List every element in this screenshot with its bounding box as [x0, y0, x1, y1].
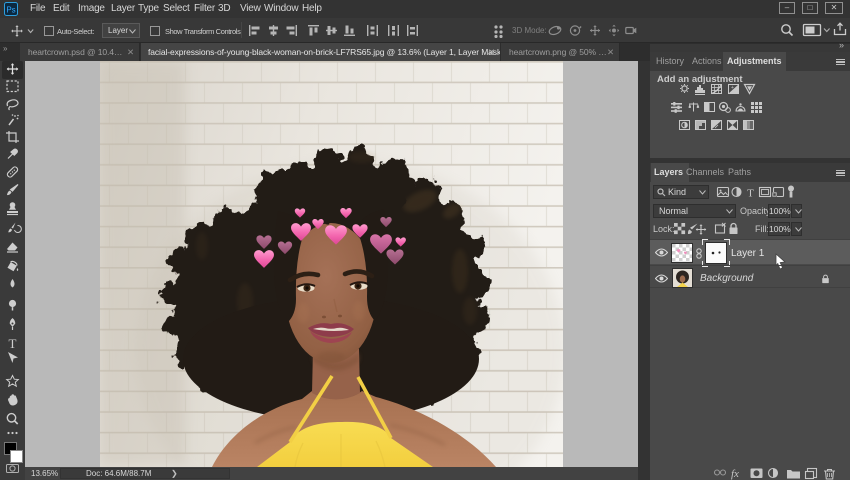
svg-text:T: T [747, 188, 754, 200]
svg-text:T: T [9, 336, 17, 351]
svg-text:+: + [731, 85, 734, 91]
svg-text:fx: fx [731, 468, 739, 480]
svg-text:Ps: Ps [6, 6, 15, 15]
